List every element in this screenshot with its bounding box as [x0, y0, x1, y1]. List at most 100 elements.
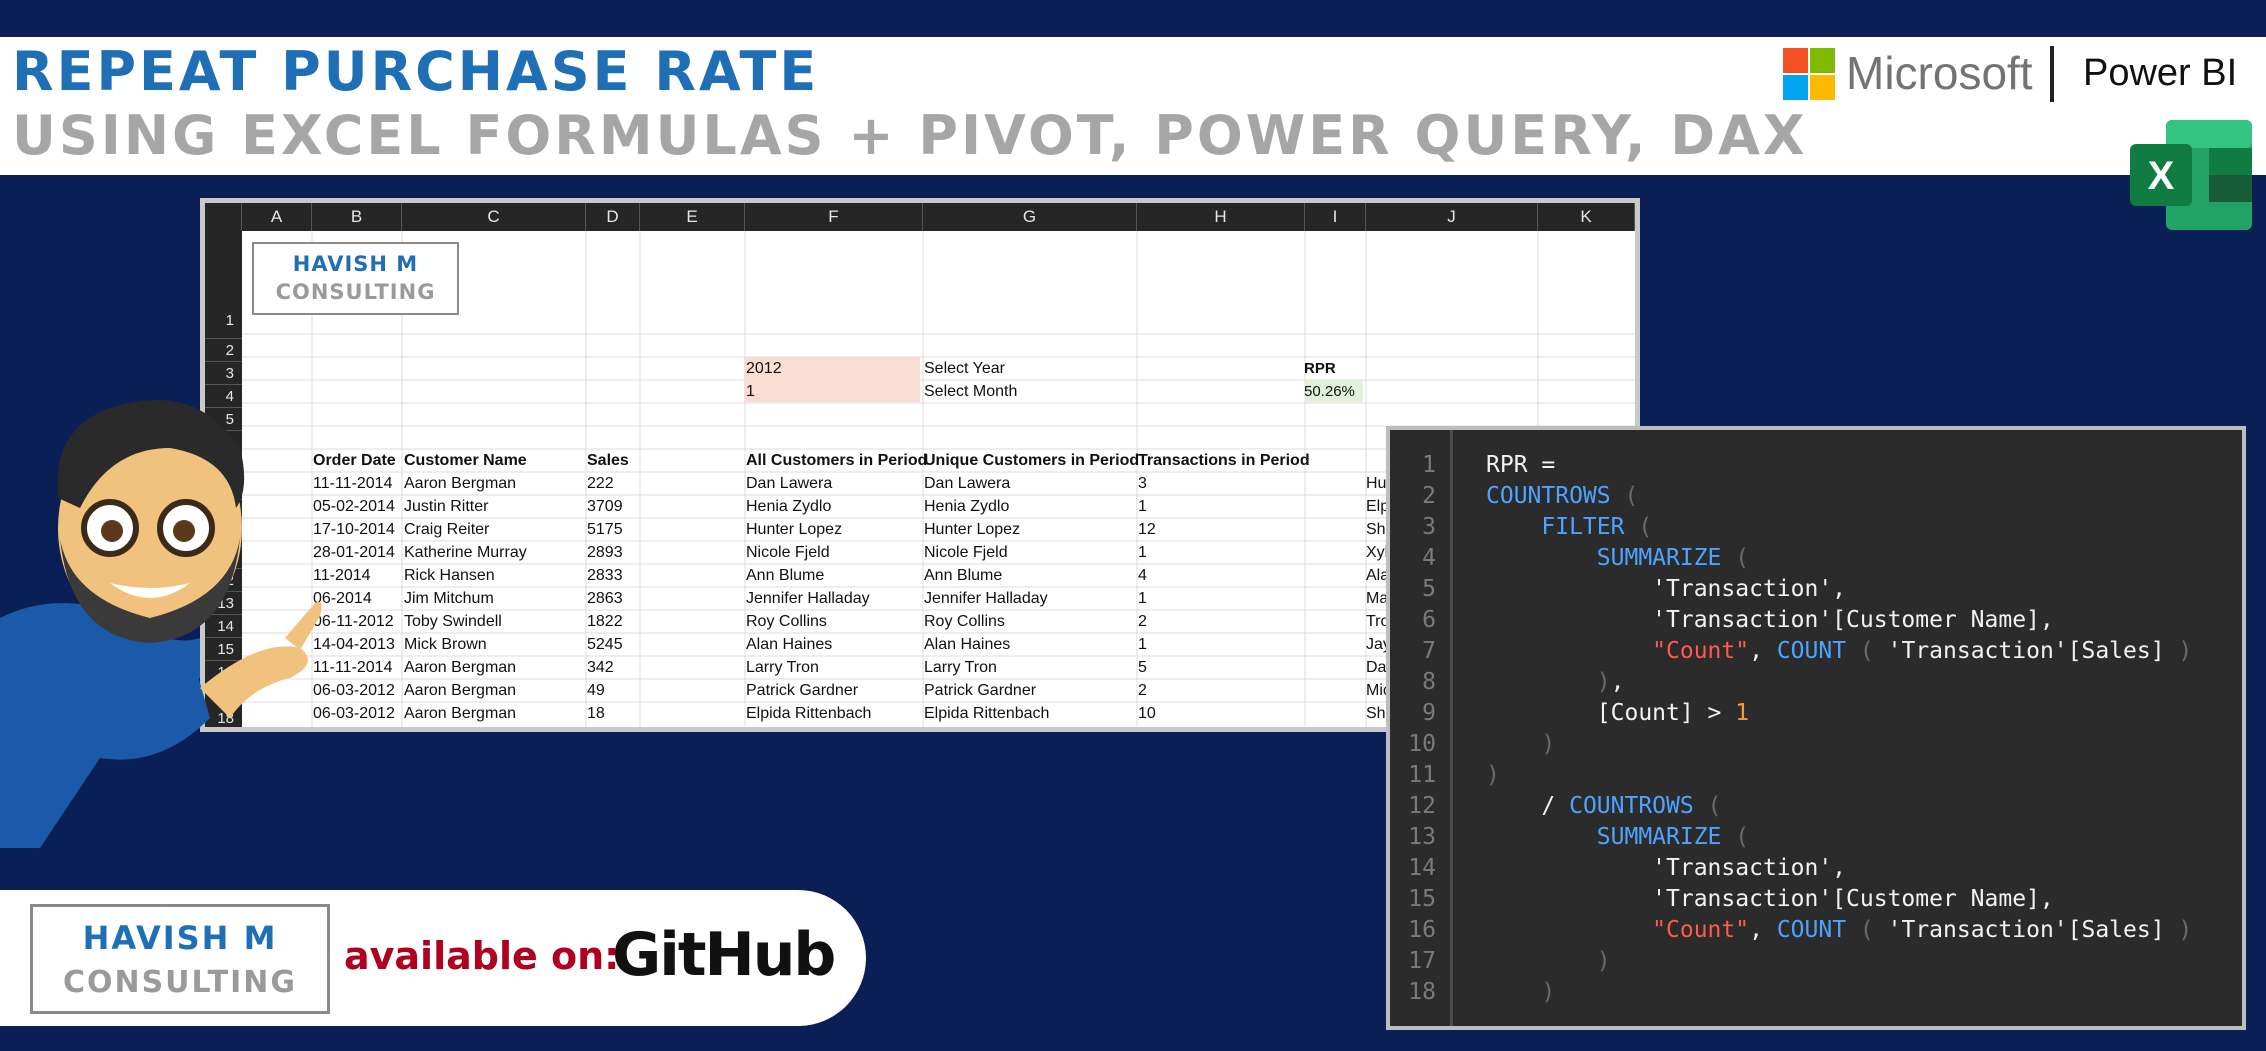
cell-customer-name[interactable]: Rick Hansen [404, 567, 495, 585]
cell-customer-name[interactable]: Justin Ritter [404, 498, 488, 516]
dax-code-panel[interactable]: 1 2 3 4 5 6 7 8 9 10 11 12 13 14 15 16 17 18 RPR = COUNTR… [1386, 426, 2246, 1030]
cell-customer-name[interactable]: Katherine Murray [404, 544, 527, 562]
cell-all-customers[interactable]: Patrick Gardner [746, 682, 858, 700]
cell-all-customers[interactable]: Elpida Rittenbach [746, 705, 871, 723]
cell-sales[interactable]: 49 [587, 682, 605, 700]
cell-customer-name[interactable]: Toby Swindell [404, 613, 502, 631]
column-header-b[interactable]: B [312, 203, 402, 231]
cell-unique-customers[interactable]: Patrick Gardner [924, 682, 1036, 700]
code-line-7: "Count", COUNT ( 'Transaction'[Sales] ) [1652, 638, 2193, 664]
column-header-g[interactable]: G [923, 203, 1137, 231]
cell-all-customers[interactable]: Alan Haines [746, 636, 832, 654]
cell-unique-customers[interactable]: Roy Collins [924, 613, 1005, 631]
cell-sales[interactable]: 2863 [587, 590, 623, 608]
column-header-a[interactable]: A [242, 203, 312, 231]
rpr-label: RPR [1304, 360, 1336, 377]
cell-customer-name[interactable]: Aaron Bergman [404, 682, 516, 700]
cell-transactions[interactable]: 12 [1138, 521, 1156, 539]
cell-transactions[interactable]: 1 [1138, 636, 1147, 654]
column-header-f[interactable]: F [745, 203, 923, 231]
cell-customer-partial[interactable]: Xyl [1366, 544, 1388, 562]
code-line-16: "Count", COUNT ( 'Transaction'[Sales] ) [1652, 917, 2193, 943]
cell-transactions[interactable]: 1 [1138, 544, 1147, 562]
powerbi-label: Power BI [2083, 52, 2238, 94]
cell-all-customers[interactable]: Henia Zydlo [746, 498, 831, 516]
sheet-logo-line2: CONSULTING [275, 280, 436, 304]
cell-all-customers[interactable]: Ann Blume [746, 567, 824, 585]
cell-unique-customers[interactable]: Larry Tron [924, 659, 997, 677]
cell-unique-customers[interactable]: Dan Lawera [924, 475, 1010, 493]
cell-customer-name[interactable]: Aaron Bergman [404, 659, 516, 677]
excel-icon: X [2130, 120, 2252, 230]
cell-all-customers[interactable]: Roy Collins [746, 613, 827, 631]
row-header-2[interactable]: 2 [205, 339, 242, 362]
code-line-2: COUNTROWS ( [1486, 483, 1639, 509]
line-number: 6 [1422, 607, 1436, 633]
line-number: 17 [1408, 948, 1436, 974]
row-header-3[interactable]: 3 [205, 362, 242, 385]
line-number: 4 [1422, 545, 1436, 571]
column-header-d[interactable]: D [586, 203, 640, 231]
select-all-corner[interactable] [205, 203, 242, 231]
cell-sales[interactable]: 342 [587, 659, 614, 677]
cell-transactions[interactable]: 5 [1138, 659, 1147, 677]
cell-customer-name[interactable]: Aaron Bergman [404, 475, 516, 493]
cell-transactions[interactable]: 10 [1138, 705, 1156, 723]
rpr-value-cell[interactable]: 50.26% [1304, 383, 1355, 400]
cell-sales[interactable]: 5175 [587, 521, 623, 539]
cell-customer-partial[interactable]: Hu [1366, 475, 1386, 493]
line-number: 1 [1422, 452, 1436, 478]
cell-all-customers[interactable]: Hunter Lopez [746, 521, 842, 539]
cell-all-customers[interactable]: Dan Lawera [746, 475, 832, 493]
cell-unique-customers[interactable]: Hunter Lopez [924, 521, 1020, 539]
month-value-cell[interactable]: 1 [746, 383, 755, 401]
cell-sales[interactable]: 5245 [587, 636, 623, 654]
cell-sales[interactable]: 222 [587, 475, 614, 493]
cell-customer-partial[interactable]: Ma [1366, 590, 1388, 608]
cell-unique-customers[interactable]: Alan Haines [924, 636, 1010, 654]
column-header-h[interactable]: H [1137, 203, 1305, 231]
logo-divider [2050, 46, 2054, 102]
code-line-10: ) [1541, 731, 1556, 757]
cell-sales[interactable]: 3709 [587, 498, 623, 516]
code-line-8: ), [1596, 669, 1625, 695]
cell-customer-name[interactable]: Jim Mitchum [404, 590, 494, 608]
column-header-c[interactable]: C [402, 203, 586, 231]
cell-all-customers[interactable]: Nicole Fjeld [746, 544, 830, 562]
header-sales: Sales [587, 452, 629, 469]
cell-transactions[interactable]: 3 [1138, 475, 1147, 493]
cell-unique-customers[interactable]: Jennifer Halladay [924, 590, 1048, 608]
cell-unique-customers[interactable]: Ann Blume [924, 567, 1002, 585]
cell-transactions[interactable]: 2 [1138, 682, 1147, 700]
column-header-i[interactable]: I [1305, 203, 1366, 231]
column-header-j[interactable]: J [1366, 203, 1538, 231]
cell-sales[interactable]: 2833 [587, 567, 623, 585]
cell-transactions[interactable]: 1 [1138, 498, 1147, 516]
cell-customer-name[interactable]: Aaron Bergman [404, 705, 516, 723]
line-number: 11 [1408, 762, 1436, 788]
cell-customer-name[interactable]: Mick Brown [404, 636, 487, 654]
line-number: 15 [1408, 886, 1436, 912]
row-header-1[interactable]: 1 [205, 231, 242, 339]
github-link[interactable]: GitHub [612, 920, 836, 990]
year-value-cell[interactable]: 2012 [746, 360, 782, 378]
column-header-e[interactable]: E [640, 203, 745, 231]
cell-all-customers[interactable]: Larry Tron [746, 659, 819, 677]
code-line-15: 'Transaction'[Customer Name], [1486, 886, 2054, 912]
cell-transactions[interactable]: 1 [1138, 590, 1147, 608]
cell-sales[interactable]: 18 [587, 705, 605, 723]
cell-unique-customers[interactable]: Henia Zydlo [924, 498, 1009, 516]
cell-sales[interactable]: 2893 [587, 544, 623, 562]
line-number: 2 [1422, 483, 1436, 509]
cell-transactions[interactable]: 4 [1138, 567, 1147, 585]
code-line-1: RPR = [1486, 452, 1556, 478]
line-number: 9 [1422, 700, 1436, 726]
column-header-k[interactable]: K [1538, 203, 1635, 231]
cell-customer-name[interactable]: Craig Reiter [404, 521, 489, 539]
cell-sales[interactable]: 1822 [587, 613, 623, 631]
cell-unique-customers[interactable]: Nicole Fjeld [924, 544, 1008, 562]
cell-transactions[interactable]: 2 [1138, 613, 1147, 631]
cell-all-customers[interactable]: Jennifer Halladay [746, 590, 870, 608]
cell-unique-customers[interactable]: Elpida Rittenbach [924, 705, 1049, 723]
line-number: 13 [1408, 824, 1436, 850]
